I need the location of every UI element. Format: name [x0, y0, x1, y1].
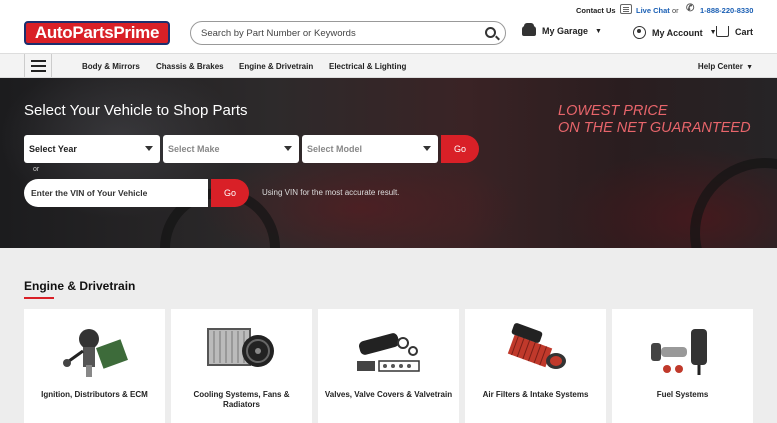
- vin-input[interactable]: Enter the VIN of Your Vehicle: [24, 179, 208, 207]
- my-account-label: My Account: [652, 27, 703, 38]
- car-icon: [522, 23, 536, 36]
- air-filter-icon: [507, 323, 566, 369]
- section-title: Engine & Drivetrain: [24, 279, 136, 293]
- cart-link[interactable]: Cart: [716, 26, 753, 37]
- valve-cover-icon: [357, 333, 420, 372]
- site-logo[interactable]: AutoPartsPrime: [24, 21, 170, 45]
- user-icon: [633, 26, 646, 39]
- hero-title: Select Your Vehicle to Shop Parts: [24, 102, 248, 119]
- search-icon[interactable]: [485, 27, 496, 38]
- category-card-fuel-systems[interactable]: Fuel Systems: [612, 309, 753, 423]
- vehicle-go-button[interactable]: Go: [441, 135, 479, 163]
- phone-icon: ✆: [686, 3, 695, 14]
- help-center-menu[interactable]: Help Center ▼: [698, 62, 753, 71]
- contact-us-link[interactable]: Contact Us: [576, 6, 616, 15]
- section-underline: [24, 297, 54, 299]
- nav-item-electrical-lighting[interactable]: Electrical & Lighting: [329, 62, 406, 71]
- phone-link[interactable]: 1-888-220-8330: [700, 6, 753, 15]
- chevron-down-icon: ▼: [746, 64, 753, 71]
- dropdown-arrow-icon: [145, 146, 153, 151]
- chevron-down-icon: ▼: [595, 27, 602, 35]
- category-card-label: Ignition, Distributors & ECM: [41, 390, 148, 399]
- year-select-value: Select Year: [29, 144, 77, 154]
- category-section: Engine & Drivetrain Ignition, Distributo…: [0, 248, 777, 423]
- utility-bar: Contact Us Live Chat or ✆ 1-888-220-8330: [0, 0, 777, 20]
- dropdown-arrow-icon: [423, 146, 431, 151]
- category-card-label: Valves, Valve Covers & Valvetrain: [324, 390, 453, 399]
- my-garage-menu[interactable]: My Garage ▼: [522, 23, 602, 36]
- category-card-ignition[interactable]: Ignition, Distributors & ECM: [24, 309, 165, 423]
- promo-line-1: LOWEST PRICE: [558, 103, 668, 119]
- cart-label: Cart: [735, 26, 754, 37]
- my-garage-label: My Garage: [542, 26, 589, 36]
- promo-text: LOWEST PRICE ON THE NET GUARANTEED: [558, 103, 751, 137]
- vin-note: Using VIN for the most accurate result.: [262, 188, 400, 197]
- search-input[interactable]: [201, 25, 481, 41]
- chat-icon[interactable]: [620, 4, 632, 14]
- dropdown-arrow-icon: [284, 146, 292, 151]
- model-select[interactable]: Select Model: [302, 135, 438, 163]
- fuel-pump-icon: [651, 329, 707, 375]
- cart-icon: [716, 26, 729, 37]
- category-card-label: Air Filters & Intake Systems: [482, 390, 589, 399]
- hamburger-menu-icon[interactable]: [24, 54, 52, 77]
- category-card-valves[interactable]: Valves, Valve Covers & Valvetrain: [318, 309, 459, 423]
- help-center-label: Help Center: [697, 62, 743, 71]
- or-text: or: [672, 6, 679, 15]
- radiator-icon: [207, 328, 274, 367]
- year-select[interactable]: Select Year: [24, 135, 160, 163]
- model-select-value: Select Model: [307, 144, 363, 154]
- category-card-air-filters[interactable]: Air Filters & Intake Systems: [465, 309, 606, 423]
- background-wheel: [690, 158, 777, 248]
- category-card-label: Fuel Systems: [656, 390, 709, 399]
- search-box: [190, 21, 506, 45]
- vehicle-selector-hero: Select Your Vehicle to Shop Parts LOWEST…: [0, 78, 777, 248]
- distributor-icon: [63, 329, 128, 377]
- category-card-cooling[interactable]: Cooling Systems, Fans & Radiators: [171, 309, 312, 423]
- or-text: or: [33, 166, 40, 173]
- nav-item-engine-drivetrain[interactable]: Engine & Drivetrain: [239, 62, 313, 71]
- my-account-menu[interactable]: My Account ▼: [633, 26, 717, 39]
- make-select[interactable]: Select Make: [163, 135, 299, 163]
- nav-item-chassis-brakes[interactable]: Chassis & Brakes: [156, 62, 224, 71]
- category-card-label: Cooling Systems, Fans & Radiators: [193, 390, 290, 409]
- promo-line-2: ON THE NET GUARANTEED: [558, 120, 751, 136]
- category-nav: Body & Mirrors Chassis & Brakes Engine &…: [0, 53, 777, 78]
- live-chat-link[interactable]: Live Chat: [636, 6, 670, 15]
- nav-item-body-mirrors[interactable]: Body & Mirrors: [82, 62, 140, 71]
- site-header: AutoPartsPrime My Garage ▼ My Account ▼ …: [0, 20, 777, 52]
- make-select-value: Select Make: [168, 144, 220, 154]
- vin-go-button[interactable]: Go: [211, 179, 249, 207]
